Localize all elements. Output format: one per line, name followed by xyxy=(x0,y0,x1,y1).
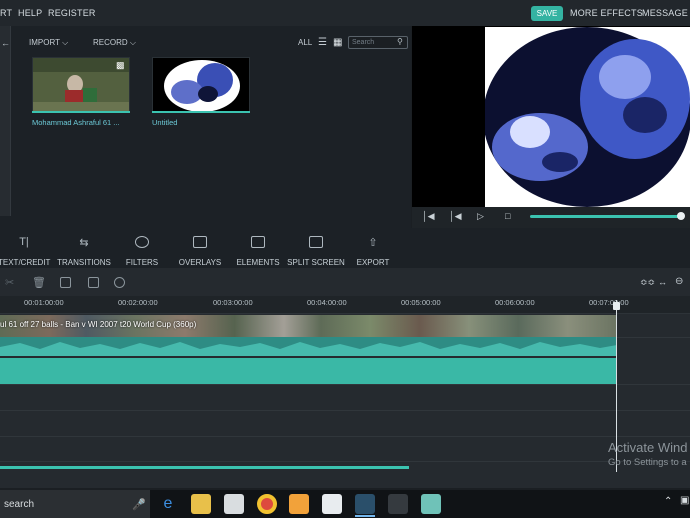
import-label: IMPORT xyxy=(29,38,60,47)
media-label: Untitled xyxy=(152,118,178,127)
chrome-icon[interactable] xyxy=(257,494,277,514)
timeline-scrollbar[interactable] xyxy=(0,466,409,469)
tool-label: TRANSITIONS xyxy=(57,258,111,267)
paint-icon[interactable] xyxy=(289,494,309,514)
tigers-preview-image xyxy=(485,27,690,207)
file-explorer-icon[interactable] xyxy=(191,494,211,514)
transitions-icon: ⇆ xyxy=(79,237,89,249)
edge-icon[interactable]: e xyxy=(158,494,178,514)
crop-icon[interactable] xyxy=(60,277,71,288)
thumbnail-selection-bar xyxy=(152,111,250,113)
list-view-icon[interactable]: ☰ xyxy=(318,37,327,48)
more-effects-button[interactable]: MORE EFFECTS xyxy=(570,8,643,18)
split-screen-icon xyxy=(309,236,323,248)
import-dropdown[interactable]: IMPORT ⌵ xyxy=(29,38,68,48)
ruler-tick: 00:04:00:00 xyxy=(307,298,347,307)
delete-icon[interactable]: 🗑 xyxy=(32,276,46,289)
filters-icon xyxy=(135,236,149,248)
elements-icon xyxy=(251,236,265,248)
menu-item-start[interactable]: RT xyxy=(0,8,12,18)
ruler-tick: 00:05:00:00 xyxy=(401,298,441,307)
track-divider xyxy=(0,461,690,462)
record-dropdown[interactable]: RECORD ⌵ xyxy=(93,38,136,48)
tigers-thumbnail-image xyxy=(153,58,249,112)
mail-icon[interactable] xyxy=(322,494,342,514)
tool-label: FILTERS xyxy=(125,258,159,267)
step-back-icon[interactable]: │◀ xyxy=(422,211,435,222)
ruler-tick: 00:02:00:00 xyxy=(118,298,158,307)
text-icon: T| xyxy=(19,236,29,248)
stop-icon[interactable]: □ xyxy=(505,211,510,221)
taskbar-search-text: search xyxy=(4,499,35,510)
tool-elements[interactable]: ELEMENTS xyxy=(234,236,282,270)
playback-slider[interactable] xyxy=(530,215,682,218)
play-icon[interactable]: ▷ xyxy=(477,211,484,222)
tool-split-screen[interactable]: SPLIT SCREEN xyxy=(286,236,346,270)
video-clip-title: ul 61 off 27 balls - Ban v WI 2007 t20 W… xyxy=(0,320,197,329)
media-label: Mohammad Ashraful 61 ... xyxy=(32,118,120,127)
menu-item-help[interactable]: HELP xyxy=(18,8,42,18)
waveform-graphic xyxy=(0,337,617,356)
playhead-handle[interactable] xyxy=(613,302,620,310)
tool-label: EXPORT xyxy=(356,258,390,267)
tool-filters[interactable]: FILTERS xyxy=(124,236,160,270)
activate-windows-watermark: Activate Wind xyxy=(608,440,688,455)
cut-icon[interactable]: ✂ xyxy=(5,276,14,289)
track-divider xyxy=(0,436,690,437)
tool-overlays[interactable]: OVERLAYS xyxy=(176,236,224,270)
search-icon[interactable]: ⚲ xyxy=(397,37,403,46)
tool-label: TEXT/CREDIT xyxy=(0,258,51,267)
track-divider xyxy=(0,384,690,385)
tool-icon[interactable] xyxy=(388,494,408,514)
tool-label: SPLIT SCREEN xyxy=(287,258,345,267)
grid-view-icon[interactable]: ▦ xyxy=(333,37,342,48)
filter-all[interactable]: ALL xyxy=(298,38,312,47)
library-sidebar xyxy=(0,26,11,216)
fit-timeline-icon[interactable]: ↔ xyxy=(658,277,667,287)
arrow-left-icon[interactable]: ← xyxy=(1,38,10,48)
activate-windows-subtext: Go to Settings to a xyxy=(608,457,687,468)
video-clip-audio-waveform xyxy=(0,337,617,356)
ruler-tick: 00:01:00:00 xyxy=(24,298,64,307)
tool-label: OVERLAYS xyxy=(178,258,222,267)
ruler-tick: 00:06:00:00 xyxy=(495,298,535,307)
message-button[interactable]: MESSAGE xyxy=(642,8,688,18)
store-icon[interactable] xyxy=(224,494,244,514)
overlays-icon xyxy=(193,236,207,248)
duration-icon[interactable] xyxy=(114,277,125,288)
ruler-tick: 00:07:00:00 xyxy=(589,298,629,307)
thumbnail-selection-bar xyxy=(32,111,130,113)
tool-label: ELEMENTS xyxy=(236,258,280,267)
save-button[interactable]: SAVE xyxy=(531,6,563,21)
video-camera-icon: ▩ xyxy=(116,60,125,70)
filmora-icon[interactable] xyxy=(355,494,375,514)
zoom-out-icon[interactable]: ⊖ xyxy=(675,276,683,287)
snapshot-icon[interactable] xyxy=(88,277,99,288)
tool-export[interactable]: ⇧ EXPORT xyxy=(354,236,392,270)
menu-item-register[interactable]: REGISTER xyxy=(48,8,96,18)
active-app-indicator xyxy=(355,515,375,517)
microphone-icon[interactable]: 🎤 xyxy=(132,498,146,511)
ruler-tick: 00:03:00:00 xyxy=(213,298,253,307)
audio-clip[interactable] xyxy=(0,358,617,384)
playback-slider-handle[interactable] xyxy=(677,212,685,220)
export-icon: ⇧ xyxy=(368,237,378,249)
track-divider xyxy=(0,410,690,411)
tool-text-credit[interactable]: T| TEXT/CREDIT xyxy=(0,236,50,270)
timeline-toolbar xyxy=(0,268,690,296)
prev-frame-icon[interactable]: │◀ xyxy=(449,211,462,222)
chevron-up-icon[interactable]: ⌃ xyxy=(664,496,672,507)
chevron-down-icon: ⌵ xyxy=(129,38,136,47)
media-thumbnail-untitled[interactable] xyxy=(152,57,250,113)
preview-image xyxy=(485,27,690,207)
notes-icon[interactable] xyxy=(421,494,441,514)
record-label: RECORD xyxy=(93,38,128,47)
tool-transitions[interactable]: ⇆ TRANSITIONS xyxy=(56,236,112,270)
audio-mixer-icon[interactable]: ≎≎ xyxy=(640,277,655,288)
chevron-down-icon: ⌵ xyxy=(62,38,69,47)
network-icon[interactable]: ▣ xyxy=(680,495,689,506)
